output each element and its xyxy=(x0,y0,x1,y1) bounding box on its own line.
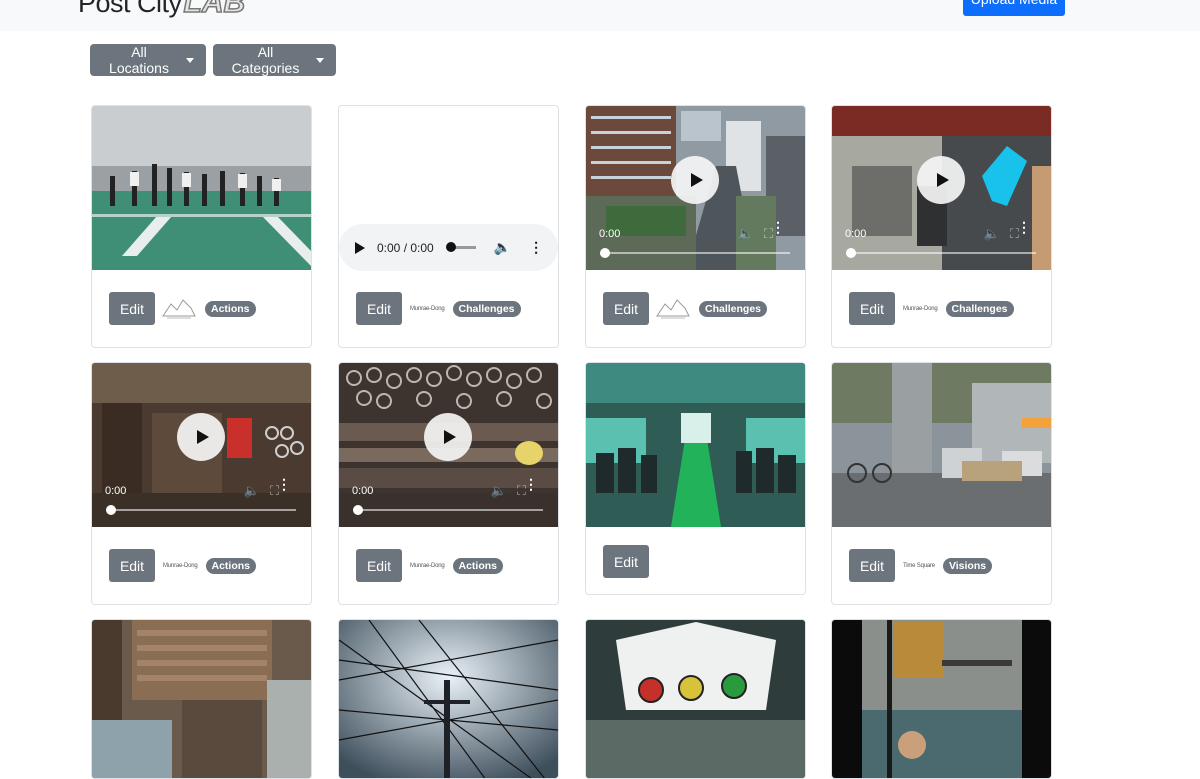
edit-button[interactable]: Edit xyxy=(603,545,649,578)
category-badge: Challenges xyxy=(945,300,1014,317)
media-card: Edit Actions xyxy=(91,105,312,348)
media-card xyxy=(585,619,806,779)
audio-time: 0:00 / 0:00 xyxy=(377,240,434,255)
place-label: Munrae-Dong xyxy=(410,305,445,312)
locations-dropdown[interactable]: All Locations xyxy=(90,44,206,76)
media-card: 0:00 🔈⛶ ⋮ Edit Munrae-Dong Actions xyxy=(91,362,312,605)
card-footer: Edit Munrae-Dong Challenges xyxy=(356,292,521,325)
brand-text: Post City xyxy=(78,0,182,18)
video-time: 0:00 xyxy=(105,485,127,497)
media-video[interactable]: 0:00 🔈⛶ ⋮ xyxy=(339,363,558,527)
video-controls: 0:00 🔈⛶ ⋮ xyxy=(92,477,311,527)
media-image[interactable] xyxy=(586,363,805,527)
media-video[interactable]: 0:00 🔈⛶ ⋮ xyxy=(586,106,805,270)
video-progress-track[interactable] xyxy=(602,252,790,254)
edit-button[interactable]: Edit xyxy=(109,292,155,325)
media-card: 0:00 🔈⛶ ⋮ Edit Munrae-Dong Actions xyxy=(338,362,559,605)
play-button[interactable] xyxy=(917,156,965,204)
media-card: Edit Time Square Visions xyxy=(831,362,1052,605)
card-footer: Edit Munrae-Dong Actions xyxy=(356,549,504,582)
video-time: 0:00 xyxy=(599,228,621,240)
edit-button[interactable]: Edit xyxy=(849,549,895,582)
play-button[interactable] xyxy=(671,156,719,204)
video-progress-knob[interactable] xyxy=(846,248,856,258)
card-footer: Edit xyxy=(603,545,649,578)
media-image[interactable] xyxy=(832,620,1051,778)
volume-icon[interactable]: 🔈 xyxy=(494,239,511,256)
category-badge: Actions xyxy=(452,557,504,574)
categories-dropdown[interactable]: All Categories xyxy=(213,44,336,76)
place-label: Time Square xyxy=(903,562,935,569)
caret-down-icon xyxy=(186,58,194,63)
media-card: Edit xyxy=(585,362,806,595)
category-badge: Visions xyxy=(942,557,993,574)
media-image[interactable] xyxy=(832,363,1051,527)
upload-media-button[interactable]: Upload Media xyxy=(963,0,1065,16)
media-video[interactable]: 0:00 🔈⛶ ⋮ xyxy=(832,106,1051,270)
media-image[interactable] xyxy=(92,620,311,778)
audio-progress-slider[interactable] xyxy=(445,242,476,252)
video-progress-knob[interactable] xyxy=(353,505,363,515)
video-controls: 0:00 🔈⛶ ⋮ xyxy=(339,477,558,527)
video-progress-track[interactable] xyxy=(848,252,1036,254)
audio-player[interactable]: 0:00 / 0:00 🔈 ⋮ xyxy=(339,224,558,271)
card-footer: Edit Time Square Visions xyxy=(849,549,993,582)
place-label: Munrae-Dong xyxy=(903,305,938,312)
place-map-icon xyxy=(655,295,691,322)
category-badge: Challenges xyxy=(699,300,768,317)
video-time: 0:00 xyxy=(845,228,867,240)
category-badge: Challenges xyxy=(452,300,521,317)
video-controls: 0:00 🔈⛶ ⋮ xyxy=(832,220,1051,270)
edit-button[interactable]: Edit xyxy=(356,292,402,325)
media-video[interactable]: 0:00 🔈⛶ ⋮ xyxy=(92,363,311,527)
media-card: 0:00 🔈⛶ ⋮ Edit Munrae-Dong Challenges xyxy=(831,105,1052,348)
category-badge: Actions xyxy=(205,557,257,574)
more-options-icon[interactable]: ⋮ xyxy=(1017,220,1031,234)
media-card: 0:00 / 0:00 🔈 ⋮ Edit Munrae-Dong Challen… xyxy=(338,105,559,348)
category-badge: Actions xyxy=(205,300,256,317)
video-progress-track[interactable] xyxy=(355,509,543,511)
edit-button[interactable]: Edit xyxy=(603,292,649,325)
brand-lab-logo: LAB xyxy=(183,0,246,19)
play-icon xyxy=(196,430,209,444)
play-button[interactable] xyxy=(424,413,472,461)
video-progress-knob[interactable] xyxy=(600,248,610,258)
video-time: 0:00 xyxy=(352,485,374,497)
play-icon xyxy=(443,430,456,444)
media-card xyxy=(91,619,312,779)
more-options-icon[interactable]: ⋮ xyxy=(524,477,538,491)
card-footer: Edit Munrae-Dong Actions xyxy=(109,549,257,582)
brand-logo[interactable]: Post City LAB xyxy=(78,0,246,19)
card-footer: Edit Munrae-Dong Challenges xyxy=(849,292,1014,325)
media-card: 0:00 🔈⛶ ⋮ Edit Challenges xyxy=(585,105,806,348)
more-options-icon[interactable]: ⋮ xyxy=(771,220,785,234)
media-image[interactable] xyxy=(339,620,558,778)
place-map-icon xyxy=(161,295,197,322)
media-card xyxy=(338,619,559,779)
locations-dropdown-label: All Locations xyxy=(109,44,169,76)
caret-down-icon xyxy=(316,58,324,63)
edit-button[interactable]: Edit xyxy=(849,292,895,325)
card-footer: Edit Actions xyxy=(109,292,256,325)
media-card xyxy=(831,619,1052,779)
categories-dropdown-label: All Categories xyxy=(231,44,300,76)
play-icon[interactable] xyxy=(355,241,365,254)
video-controls: 0:00 🔈⛶ ⋮ xyxy=(586,220,805,270)
video-progress-track[interactable] xyxy=(108,509,296,511)
play-button[interactable] xyxy=(177,413,225,461)
place-label: Munrae-Dong xyxy=(410,562,445,569)
card-footer: Edit Challenges xyxy=(603,292,768,325)
play-icon xyxy=(690,173,703,187)
edit-button[interactable]: Edit xyxy=(356,549,402,582)
more-options-icon[interactable]: ⋮ xyxy=(277,477,291,491)
video-progress-knob[interactable] xyxy=(106,505,116,515)
place-label: Munrae-Dong xyxy=(163,562,198,569)
more-options-icon[interactable]: ⋮ xyxy=(529,239,543,256)
media-image[interactable] xyxy=(586,620,805,778)
navbar: Post City LAB Upload Media xyxy=(0,0,1200,31)
edit-button[interactable]: Edit xyxy=(109,549,155,582)
play-icon xyxy=(936,173,949,187)
media-image[interactable] xyxy=(92,106,311,270)
